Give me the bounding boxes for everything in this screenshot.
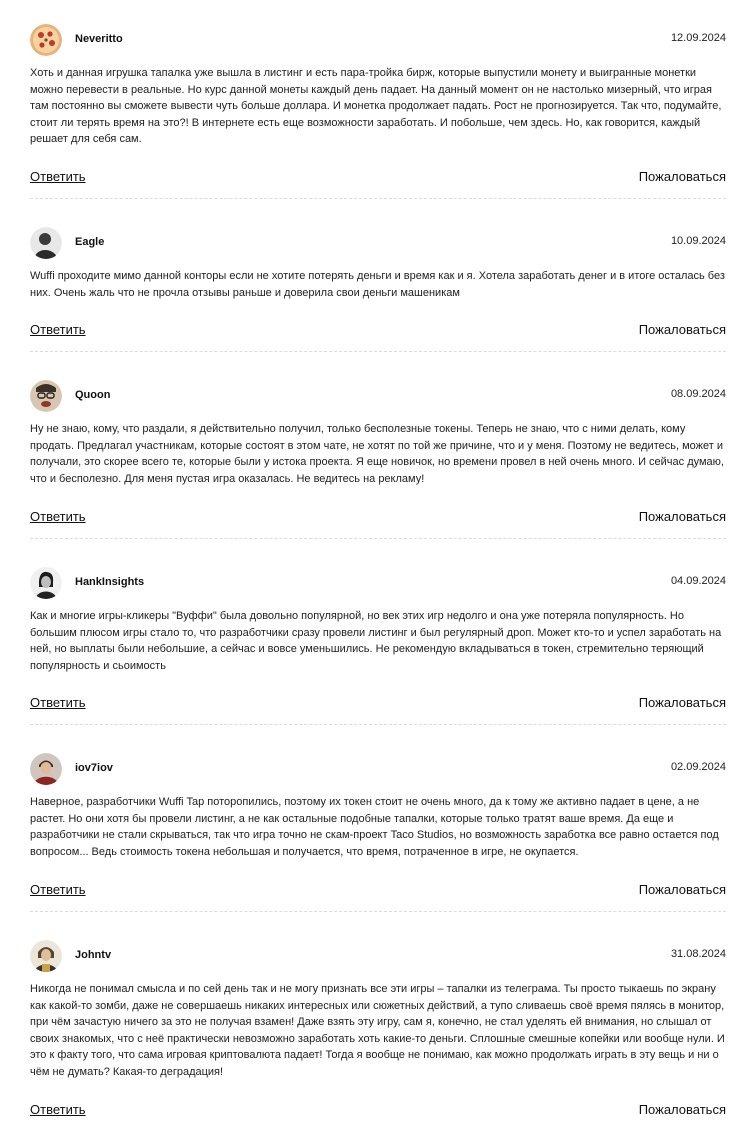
divider xyxy=(30,911,726,912)
comment-header: HankInsights 04.09.2024 xyxy=(30,567,726,601)
comment-header: Eagle 10.09.2024 xyxy=(30,227,726,261)
reply-button[interactable]: Ответить xyxy=(30,169,86,184)
avatar[interactable] xyxy=(30,940,62,972)
divider xyxy=(30,538,726,539)
comment-text: Как и многие игры-кликеры "Вуффи" была д… xyxy=(30,610,722,672)
comment-date: 12.09.2024 xyxy=(670,32,726,44)
comment-text: Wuffi проходите мимо данной конторы если… xyxy=(30,270,725,299)
comment-date: 08.09.2024 xyxy=(670,388,726,400)
comment-date: 31.08.2024 xyxy=(670,948,726,960)
avatar-person-icon xyxy=(30,567,62,599)
avatar[interactable] xyxy=(30,380,62,412)
author-name[interactable]: iov7iov xyxy=(75,762,113,774)
avatar-person-icon xyxy=(30,227,62,259)
reply-button[interactable]: Ответить xyxy=(30,695,86,710)
comment-header: iov7iov 02.09.2024 xyxy=(30,753,726,787)
avatar[interactable] xyxy=(30,567,62,599)
reply-button[interactable]: Ответить xyxy=(30,1102,86,1117)
report-button[interactable]: Пожаловаться xyxy=(639,1102,726,1117)
comment-date: 04.09.2024 xyxy=(670,575,726,587)
avatar-face-icon xyxy=(30,380,62,412)
comment-item: iov7iov 02.09.2024 Наверное, разработчик… xyxy=(30,753,726,897)
author-name[interactable]: Quoon xyxy=(75,389,110,401)
comment-header: Johntv 31.08.2024 xyxy=(30,940,726,974)
comments-list: Neveritto 12.09.2024 Хоть и данная игруш… xyxy=(0,0,752,1127)
report-button[interactable]: Пожаловаться xyxy=(639,509,726,524)
avatar[interactable] xyxy=(30,753,62,785)
comment-item: Quoon 08.09.2024 Ну не знаю, кому, что р… xyxy=(30,380,726,524)
report-button[interactable]: Пожаловаться xyxy=(639,695,726,710)
comment-actions: Ответить Пожаловаться xyxy=(30,509,726,527)
comment-text: Хоть и данная игрушка тапалка уже вышла … xyxy=(30,67,722,146)
avatar-person-icon xyxy=(30,753,62,785)
report-button[interactable]: Пожаловаться xyxy=(639,322,726,337)
comment-item: Johntv 31.08.2024 Никогда не понимал смы… xyxy=(30,940,726,1117)
divider xyxy=(30,724,726,725)
comment-date: 10.09.2024 xyxy=(670,235,726,247)
reply-button[interactable]: Ответить xyxy=(30,509,86,524)
avatar-pizza-icon xyxy=(30,24,62,56)
avatar[interactable] xyxy=(30,24,62,56)
reply-button[interactable]: Ответить xyxy=(30,882,86,897)
author-name[interactable]: Eagle xyxy=(75,236,104,248)
avatar-person-icon xyxy=(30,940,62,972)
comment-text: Наверное, разработчики Wuffi Tap потороп… xyxy=(30,796,719,858)
comment-date: 02.09.2024 xyxy=(670,761,726,773)
comment-text: Никогда не понимал смысла и по сей день … xyxy=(30,983,725,1078)
report-button[interactable]: Пожаловаться xyxy=(639,882,726,897)
reply-button[interactable]: Ответить xyxy=(30,322,86,337)
comment-item: Neveritto 12.09.2024 Хоть и данная игруш… xyxy=(30,24,726,184)
comment-actions: Ответить Пожаловаться xyxy=(30,169,726,187)
comment-item: Eagle 10.09.2024 Wuffi проходите мимо да… xyxy=(30,227,726,337)
author-name[interactable]: Johntv xyxy=(75,949,111,961)
avatar[interactable] xyxy=(30,227,62,259)
divider xyxy=(30,351,726,352)
report-button[interactable]: Пожаловаться xyxy=(639,169,726,184)
comment-actions: Ответить Пожаловаться xyxy=(30,882,726,900)
comment-actions: Ответить Пожаловаться xyxy=(30,695,726,713)
comment-actions: Ответить Пожаловаться xyxy=(30,322,726,340)
divider xyxy=(30,198,726,199)
comment-item: HankInsights 04.09.2024 Как и многие игр… xyxy=(30,567,726,710)
comment-text: Ну не знаю, кому, что раздали, я действи… xyxy=(30,423,724,485)
author-name[interactable]: HankInsights xyxy=(75,576,144,588)
comment-actions: Ответить Пожаловаться xyxy=(30,1102,726,1120)
author-name[interactable]: Neveritto xyxy=(75,33,123,45)
comment-header: Quoon 08.09.2024 xyxy=(30,380,726,414)
comment-header: Neveritto 12.09.2024 xyxy=(30,24,726,58)
